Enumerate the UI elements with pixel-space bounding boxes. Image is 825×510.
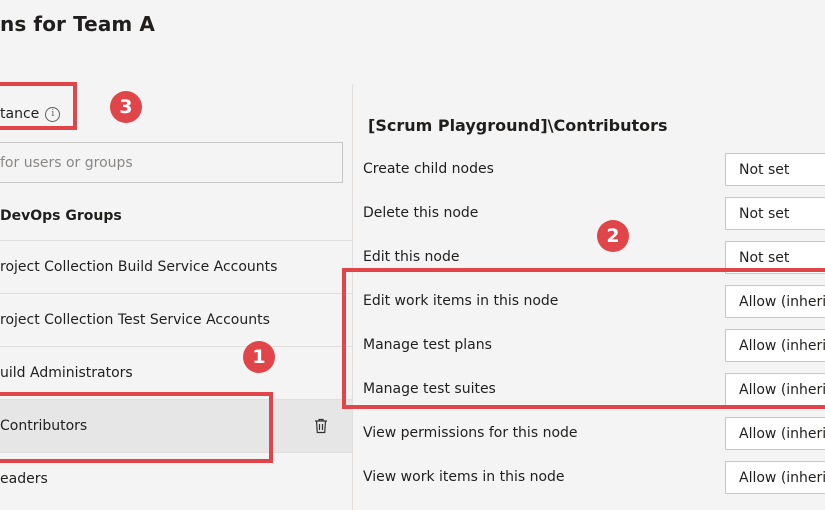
permission-dropdown[interactable]: Not set (725, 197, 825, 230)
highlight-box-permissions (342, 268, 825, 409)
permission-row: Delete this node Not set (363, 191, 825, 235)
permission-dropdown[interactable]: Allow (inherited) (725, 461, 825, 494)
group-item-label: roject Collection Build Service Accounts (0, 259, 278, 275)
group-item[interactable]: roject Collection Build Service Accounts (0, 240, 352, 293)
group-item-label: eaders (0, 471, 48, 487)
permission-name: Create child nodes (363, 161, 494, 177)
highlight-box-contributors (0, 392, 273, 463)
permission-name: Edit this node (363, 249, 460, 265)
trash-icon[interactable] (314, 418, 328, 434)
permission-name: Delete this node (363, 205, 479, 221)
permissions-title: [Scrum Playground]\Contributors (368, 116, 668, 135)
group-list: roject Collection Build Service Accounts… (0, 240, 352, 505)
group-item-label: uild Administrators (0, 365, 133, 381)
annotation-badge-1: 1 (243, 341, 275, 373)
permission-row: View work items in this node Allow (inhe… (363, 455, 825, 499)
search-box[interactable] (0, 142, 343, 183)
page-title: ns for Team A (0, 12, 156, 36)
highlight-box-inheritance (0, 82, 77, 130)
permission-row: View permissions for this node Allow (in… (363, 411, 825, 455)
annotation-badge-2: 2 (597, 220, 629, 252)
permission-name: View work items in this node (363, 469, 565, 485)
group-item[interactable]: roject Collection Test Service Accounts (0, 293, 352, 346)
permission-name: View permissions for this node (363, 425, 578, 441)
group-item-label: roject Collection Test Service Accounts (0, 312, 270, 328)
group-header: DevOps Groups (0, 208, 122, 224)
annotation-badge-3: 3 (110, 91, 142, 123)
search-input[interactable] (0, 143, 342, 182)
permission-dropdown[interactable]: Not set (725, 153, 825, 186)
permission-row: Create child nodes Not set (363, 147, 825, 191)
permission-dropdown[interactable]: Allow (inherited) (725, 417, 825, 450)
